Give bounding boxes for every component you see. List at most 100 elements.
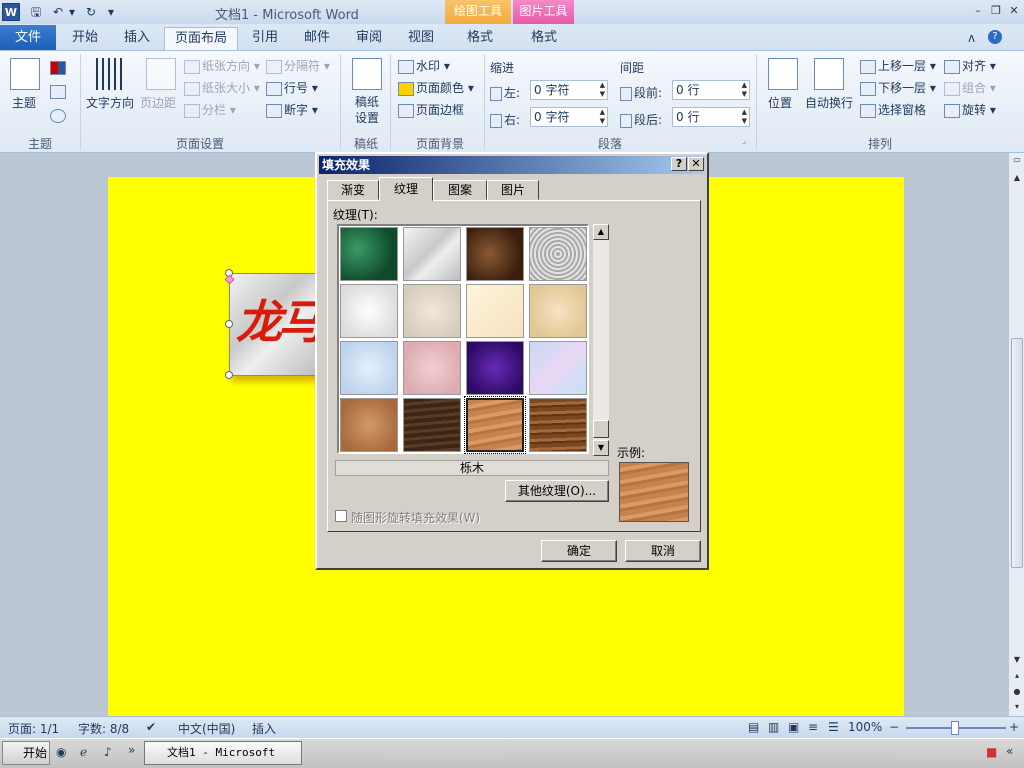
texture-grid-scrollbar[interactable]: ▲ ▼ [593,224,609,456]
line-numbers-button[interactable]: 行号 ▾ [266,79,318,96]
close-button[interactable]: ✕ [1006,3,1022,19]
rotate-with-shape-checkbox[interactable] [335,510,347,522]
resize-handle[interactable] [225,320,233,328]
tray-collapse-icon[interactable]: « [1006,744,1013,758]
full-screen-reading-icon[interactable]: ▥ [768,720,779,734]
help-icon[interactable]: ? [988,30,1002,44]
themes-button[interactable]: 主题 [12,94,36,111]
texture-scroll-thumb[interactable] [593,420,609,438]
status-insert-mode[interactable]: 插入 [252,720,276,737]
texture-swatch[interactable] [464,396,526,454]
start-button[interactable]: 开始 [2,741,50,765]
theme-colors-icon[interactable] [50,60,68,75]
theme-fonts-icon[interactable] [50,84,68,99]
tab-format-picture[interactable]: 格式 [516,27,572,50]
undo-dropdown-icon[interactable]: ▾ [67,3,77,21]
cancel-button[interactable]: 取消 [625,540,701,562]
paragraph-dialog-launcher-icon[interactable]: ⌟ [742,136,746,146]
tab-format-drawing[interactable]: 格式 [452,27,508,50]
web-layout-icon[interactable]: ▣ [788,720,799,734]
texture-swatch[interactable] [403,341,461,395]
spacing-after-input[interactable]: 0 行 ▲ ▼ [672,107,750,127]
scroll-down-icon[interactable]: ▼ [1010,653,1024,667]
position-button[interactable]: 位置 [768,94,792,111]
restore-button[interactable]: ❐ [988,3,1004,19]
texture-swatch[interactable] [529,284,587,338]
texture-scroll-up-icon[interactable]: ▲ [593,224,609,240]
tab-texture[interactable]: 纹理 [379,177,433,201]
draft-paper-icon[interactable] [352,58,382,90]
status-language[interactable]: 中文(中国) [178,720,235,737]
hyphenation-button[interactable]: 断字 ▾ [266,101,318,118]
draft-paper-button[interactable]: 稿纸 设置 [352,94,382,126]
tray-app-icon[interactable]: ■ [986,745,997,759]
texture-swatch[interactable] [340,341,398,395]
wrap-text-button[interactable]: 自动换行 [805,94,853,111]
wrap-text-icon[interactable] [814,58,844,90]
texture-swatch[interactable] [340,398,398,452]
texture-swatch[interactable] [529,341,587,395]
zoom-slider-thumb[interactable] [951,721,959,735]
proofing-icon[interactable]: ✔ [146,720,156,734]
texture-swatch[interactable] [466,284,524,338]
texture-swatch[interactable] [340,284,398,338]
print-layout-view-icon[interactable]: ▤ [748,720,759,734]
wordart-textbox[interactable]: 龙马 [229,273,319,376]
dialog-close-button[interactable]: ✕ [688,157,704,171]
tab-review[interactable]: 审阅 [348,27,390,50]
tab-home[interactable]: 开始 [62,27,108,50]
theme-effects-icon[interactable] [50,108,68,123]
rotate-button[interactable]: 旋转 ▾ [944,101,996,118]
other-textures-button[interactable]: 其他纹理(O)... [505,480,609,502]
texture-swatch[interactable] [403,284,461,338]
page-borders-button[interactable]: 页面边框 [398,101,464,118]
tab-file[interactable]: 文件 [0,25,56,50]
watermark-button[interactable]: 水印 ▾ [398,57,450,74]
texture-swatch[interactable] [466,341,524,395]
send-backward-button[interactable]: 下移一层 ▾ [860,79,936,96]
scroll-thumb[interactable] [1011,338,1023,568]
quicklaunch-more-icon[interactable]: » [128,743,135,757]
select-browse-object-icon[interactable]: ● [1010,685,1024,699]
vertical-scrollbar[interactable]: ▭ ▲ ▼ ▴ ● ▾ [1008,153,1024,716]
save-icon[interactable]: 🖫 [27,3,45,21]
tab-insert[interactable]: 插入 [114,27,160,50]
texture-swatch[interactable] [466,227,524,281]
tab-gradient[interactable]: 渐变 [327,180,379,200]
zoom-in-icon[interactable]: + [1009,720,1019,734]
zoom-level[interactable]: 100% [848,720,882,734]
resize-handle[interactable] [225,371,233,379]
taskbar-word-window[interactable]: 文档1 - Microsoft Word [144,741,302,765]
tab-mailings[interactable]: 邮件 [296,27,338,50]
selection-pane-button[interactable]: 选择窗格 [860,101,926,118]
tab-view[interactable]: 视图 [400,27,442,50]
status-page[interactable]: 页面: 1/1 [8,720,59,737]
ok-button[interactable]: 确定 [541,540,617,562]
tab-picture[interactable]: 图片 [487,180,539,200]
tab-page-layout[interactable]: 页面布局 [164,27,238,50]
page-color-button[interactable]: 页面颜色 ▾ [398,79,474,96]
texture-swatch[interactable] [529,227,587,281]
scroll-up-icon[interactable]: ▲ [1010,171,1024,185]
previous-page-icon[interactable]: ▴ [1010,669,1024,683]
spacing-before-input[interactable]: 0 行 ▲ ▼ [672,80,750,100]
texture-scroll-down-icon[interactable]: ▼ [593,440,609,456]
texture-swatch[interactable] [403,398,461,452]
text-direction-icon[interactable] [96,58,126,90]
position-icon[interactable] [768,58,798,90]
zoom-out-icon[interactable]: − [889,720,899,734]
texture-swatch[interactable] [340,227,398,281]
quicklaunch-media-icon[interactable]: ♪ [104,745,112,759]
dialog-help-button[interactable]: ? [671,157,687,171]
texture-swatch[interactable] [403,227,461,281]
tab-pattern[interactable]: 图案 [433,180,487,200]
tab-references[interactable]: 引用 [244,27,286,50]
quicklaunch-ie-icon[interactable]: ℯ [80,745,87,759]
outline-view-icon[interactable]: ≡ [808,720,818,734]
text-direction-button[interactable]: 文字方向 [86,94,134,111]
collapse-ribbon-icon[interactable]: ʌ [968,31,975,45]
indent-right-input[interactable]: 0 字符 ▲ ▼ [530,107,608,127]
customize-qat-icon[interactable]: ▾ [105,3,117,21]
ruler-toggle-icon[interactable]: ▭ [1010,153,1024,167]
word-app-icon[interactable]: W [2,3,20,21]
